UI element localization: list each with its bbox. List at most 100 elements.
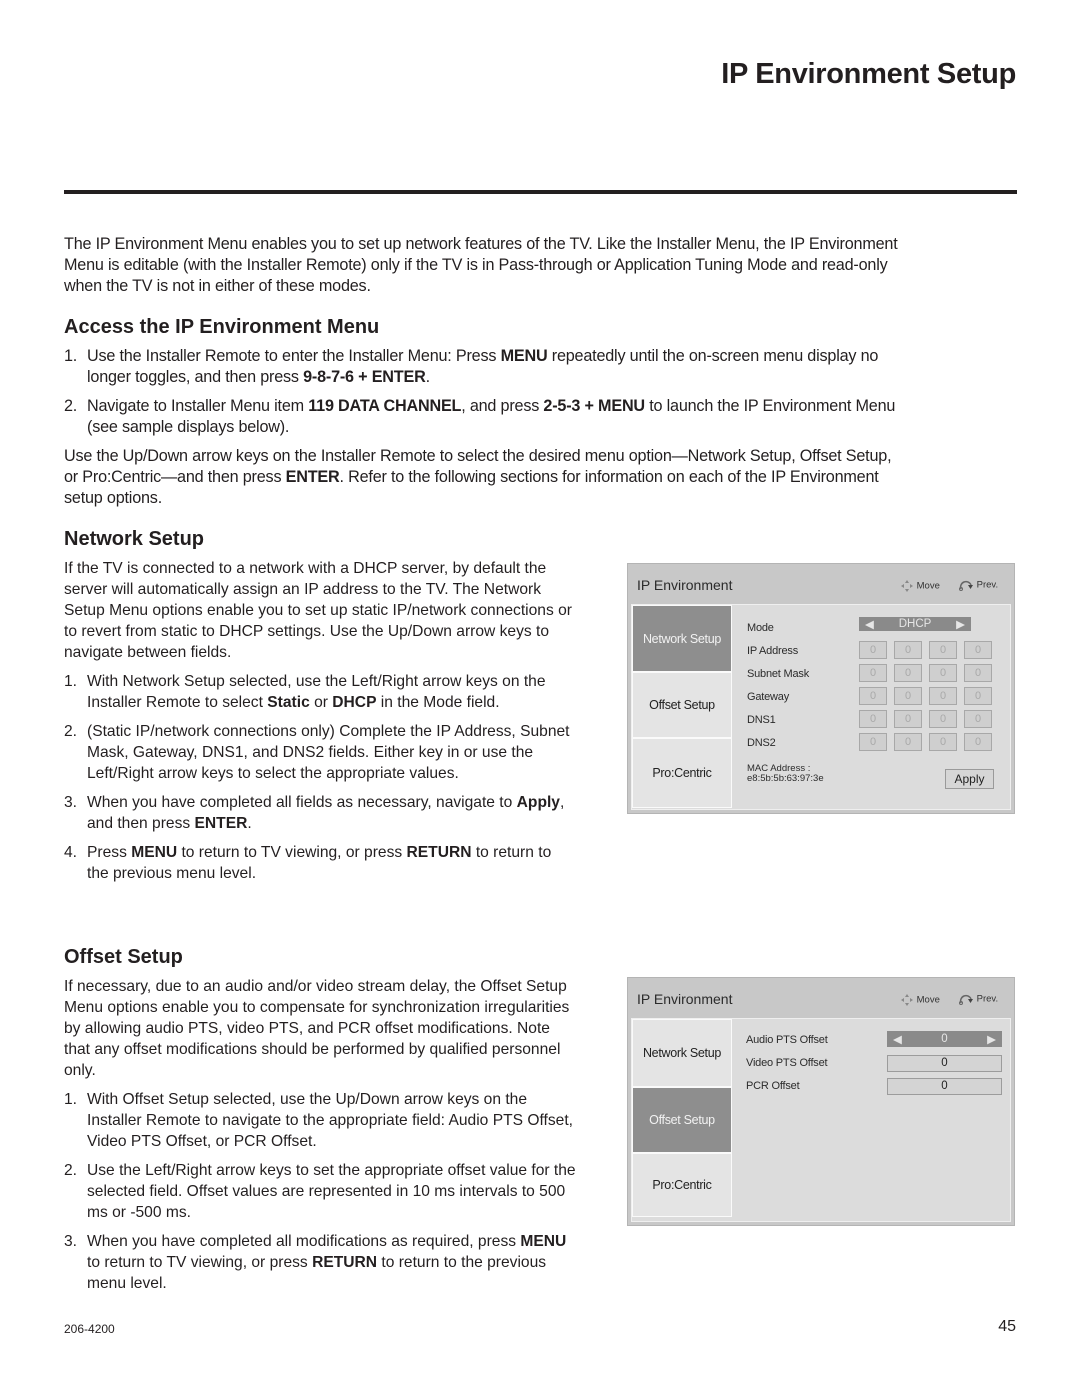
octet-input[interactable]: 0: [859, 641, 887, 659]
octet-input[interactable]: 0: [859, 733, 887, 751]
mac-value: e8:5b:5b:63:97:3e: [747, 773, 824, 784]
prev-hint-label: Prev.: [976, 579, 999, 591]
tv-tab-offset-setup[interactable]: Offset Setup: [632, 672, 732, 738]
emphasis-text: MENU: [131, 844, 178, 861]
emphasis-text: RETURN: [406, 844, 472, 861]
field-label: IP Address: [747, 645, 798, 657]
page-title: IP Environment Setup: [721, 58, 1016, 90]
tv-tab-pro-centric[interactable]: Pro:Centric: [632, 1153, 732, 1217]
tv-body: Network Setup Offset Setup Pro:Centric Aud…: [631, 1018, 1011, 1222]
octet-input[interactable]: 0: [894, 710, 922, 728]
network-heading: Network Setup: [64, 528, 205, 550]
step-item: 1. Use the Installer Remote to enter the …: [64, 346, 904, 388]
offset-intro: If necessary, due to an audio and/or vid…: [64, 978, 570, 1079]
emphasis-text: 2-5-3 + MENU: [543, 397, 645, 415]
tv-tab-network-setup[interactable]: Network Setup: [632, 605, 732, 672]
step-text: .: [247, 815, 252, 832]
page-number: 45: [998, 1318, 1016, 1335]
network-section: If the TV is connected to a network with…: [64, 558, 576, 892]
offset-value-field[interactable]: 0: [887, 1078, 1002, 1095]
left-arrow-icon[interactable]: ◀: [865, 617, 874, 631]
tv-menu-tabs: Network Setup Offset Setup Pro:Centric: [632, 605, 732, 809]
tv-menu-title: IP Environment: [637, 991, 733, 1007]
apply-button[interactable]: Apply: [945, 769, 994, 789]
right-arrow-icon[interactable]: ▶: [987, 1032, 996, 1046]
octet-input[interactable]: 0: [964, 710, 992, 728]
octet-input[interactable]: 0: [894, 733, 922, 751]
step-number: 1.: [64, 673, 78, 690]
octet-input[interactable]: 0: [929, 664, 957, 682]
tv-menu-network: IP Environment Move Prev. Network Setup O…: [627, 563, 1015, 814]
step-text: Press: [87, 844, 132, 861]
tv-tab-offset-setup[interactable]: Offset Setup: [632, 1087, 732, 1153]
return-icon: [959, 994, 973, 1005]
octet-input[interactable]: 0: [964, 664, 992, 682]
step-text: When you have completed all modification…: [87, 1233, 521, 1250]
octet-input[interactable]: 0: [894, 641, 922, 659]
tv-tab-pro-centric[interactable]: Pro:Centric: [632, 738, 732, 808]
move-hint: Move: [900, 579, 940, 593]
access-note: Use the Up/Down arrow keys on the Instal…: [64, 446, 904, 509]
octet-input[interactable]: 0: [859, 664, 887, 682]
network-steps: 1. With Network Setup selected, use the L…: [64, 671, 576, 884]
step-number: 3.: [64, 794, 78, 811]
tv-menu-title: IP Environment: [637, 577, 733, 593]
mac-address: MAC Address : e8:5b:5b:63:97:3e: [747, 764, 824, 784]
step-text: in the Mode field.: [376, 694, 500, 711]
right-arrow-icon[interactable]: ▶: [956, 617, 965, 631]
step-number: 4.: [64, 844, 78, 861]
step-text: or: [309, 694, 333, 711]
step-text: to return to TV viewing, or press: [177, 844, 407, 861]
step-item: 1. With Network Setup selected, use the L…: [64, 671, 576, 713]
octet-input[interactable]: 0: [929, 687, 957, 705]
move-hint-label: Move: [916, 994, 940, 1006]
intro-paragraph: The IP Environment Menu enables you to s…: [64, 235, 898, 295]
octet-input[interactable]: 0: [859, 687, 887, 705]
step-text: Use the Installer Remote to enter the In…: [87, 347, 501, 365]
field-label: DNS2: [747, 737, 776, 749]
step-text: Navigate to Installer Menu item: [87, 397, 309, 415]
access-steps: 1. Use the Installer Remote to enter the …: [64, 346, 904, 438]
octet-input[interactable]: 0: [894, 687, 922, 705]
offset-label: PCR Offset: [746, 1080, 800, 1092]
mode-label: Mode: [747, 622, 774, 634]
step-item: 2. Use the Left/Right arrow keys to set t…: [64, 1160, 576, 1223]
mode-value: DHCP: [898, 618, 932, 630]
step-item: 2. (Static IP/network connections only) C…: [64, 721, 576, 784]
access-section: 1. Use the Installer Remote to enter the …: [64, 346, 904, 517]
prev-hint: Prev.: [958, 993, 998, 1005]
octet-input[interactable]: 0: [964, 687, 992, 705]
mode-selector[interactable]: ◀ DHCP ▶: [859, 617, 971, 631]
tv-menu-tabs: Network Setup Offset Setup Pro:Centric: [632, 1019, 732, 1221]
octet-input[interactable]: 0: [859, 710, 887, 728]
step-number: 2.: [64, 723, 78, 740]
offset-label: Audio PTS Offset: [746, 1034, 828, 1046]
step-number: 2.: [64, 1162, 78, 1179]
step-item: 3. When you have completed all fields as …: [64, 792, 576, 834]
offset-steps: 1. With Offset Setup selected, use the Up…: [64, 1089, 576, 1294]
tv-header: IP Environment Move Prev.: [628, 564, 1014, 604]
octet-input[interactable]: 0: [929, 710, 957, 728]
octet-input[interactable]: 0: [964, 733, 992, 751]
tv-tab-network-setup[interactable]: Network Setup: [632, 1019, 732, 1087]
octet-input[interactable]: 0: [929, 733, 957, 751]
step-item: 1. With Offset Setup selected, use the Up…: [64, 1089, 576, 1152]
offset-selector[interactable]: ◀ 0 ▶: [887, 1031, 1002, 1047]
offset-value-field[interactable]: 0: [887, 1055, 1002, 1072]
octet-input[interactable]: 0: [894, 664, 922, 682]
prev-hint-label: Prev.: [976, 993, 999, 1005]
step-number: 2.: [64, 397, 78, 415]
field-label: DNS1: [747, 714, 776, 726]
tv-body: Network Setup Offset Setup Pro:Centric Mod…: [631, 604, 1011, 810]
octet-input[interactable]: 0: [929, 641, 957, 659]
emphasis-text: DHCP: [332, 694, 377, 711]
left-arrow-icon[interactable]: ◀: [893, 1032, 902, 1046]
step-text: Use the Left/Right arrow keys to set the…: [87, 1162, 576, 1221]
step-number: 1.: [64, 347, 78, 365]
emphasis-text: MENU: [500, 347, 548, 365]
prev-hint: Prev.: [958, 579, 998, 591]
step-text: With Offset Setup selected, use the Up/D…: [87, 1091, 573, 1150]
tv-menu-offset: IP Environment Move Prev. Network Setup O…: [627, 977, 1015, 1226]
emphasis-text: Static: [267, 694, 310, 711]
octet-input[interactable]: 0: [964, 641, 992, 659]
